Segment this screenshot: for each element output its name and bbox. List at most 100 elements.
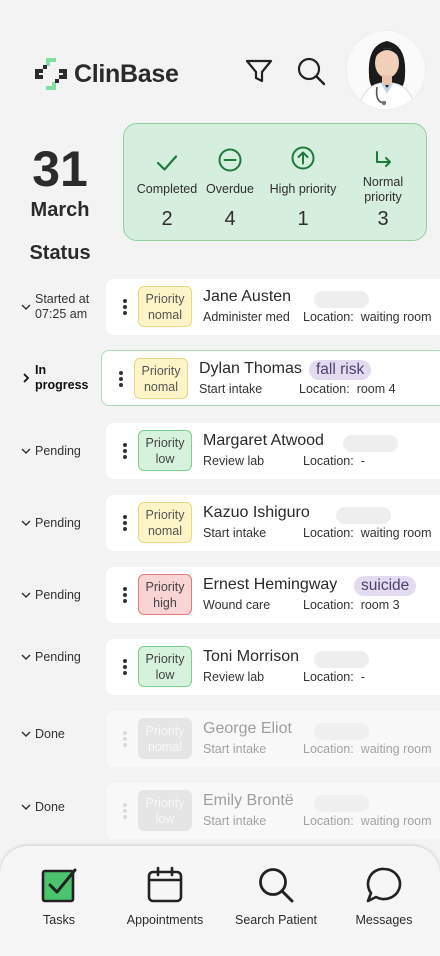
nav-tasks[interactable]: Tasks [4,846,114,946]
chevron-down-icon [21,520,31,527]
bottom-navigation: Tasks Appointments Search Patient Messag… [0,846,440,956]
row-status-text: Pending [35,515,81,530]
summary-normal-priority[interactable]: Normal priority 3 [352,124,414,242]
row-status-text: Done [35,726,65,741]
summary-completed[interactable]: Completed 2 [127,124,207,242]
task-type: Start intake [203,742,267,756]
location-prefix: Location: [303,598,354,612]
row-status-toggle[interactable]: Pending [20,639,81,675]
location-value: - [360,454,365,468]
priority-value: low [155,667,175,682]
summary-overdue[interactable]: Overdue 4 [202,124,258,242]
location-prefix: Location: [303,814,354,828]
nav-label: Search Patient [235,913,317,927]
more-options-icon[interactable] [123,659,127,675]
summary-label: High priority [269,182,337,196]
task-card[interactable]: Priority nomal Kazuo Ishiguro Start intak… [106,495,440,551]
more-options-icon[interactable] [119,371,123,387]
task-card[interactable]: Priority low Toni Morrison Review lab Loc… [106,639,440,695]
more-options-icon[interactable] [123,731,127,747]
summary-label: Overdue [206,182,254,196]
row-status-toggle[interactable]: Done [20,783,65,831]
row-status-text: In progress [35,363,89,392]
arrow-turn-down-right-icon [376,151,391,167]
nav-label: Messages [355,913,413,927]
nav-messages[interactable]: Messages [329,846,439,946]
app-name: ClinBase [74,59,179,88]
patient-location: Location: waiting room [303,310,432,324]
task-card[interactable]: Priority low Margaret Atwood Review lab L… [106,423,440,479]
row-status-text: Pending [35,587,81,602]
row-status-toggle[interactable]: In progress [20,350,95,406]
row-status-toggle[interactable]: Done [20,711,65,757]
location-prefix: Location: [299,382,350,396]
empty-tag [314,291,369,308]
priority-badge: Priority nomal [138,718,192,759]
more-options-icon[interactable] [123,587,127,603]
priority-badge: Priority nomal [134,358,188,399]
priority-label: Priority [141,363,181,378]
patient-name: Kazuo Ishiguro [203,504,310,521]
task-row-done: Done Priority nomal George Eliot Start in… [0,711,440,767]
task-type: Review lab [203,454,265,468]
priority-value: nomal [147,739,183,754]
row-status-toggle[interactable]: Started at 07:25 am [20,279,99,335]
priority-label: Priority [145,435,185,450]
location-prefix: Location: [303,310,354,324]
task-card[interactable]: Priority nomal Jane Austen Administer med… [106,279,440,335]
doctor-portrait-icon [347,31,425,109]
more-options-icon[interactable] [123,443,127,459]
chevron-down-icon [21,804,31,811]
user-avatar[interactable] [346,30,426,110]
summary-card: Completed 2 Overdue 4 High priority 1 No… [123,123,427,241]
task-card[interactable]: Priority high Ernest Hemingway suicide Wo… [106,567,440,623]
patient-name: Ernest Hemingway [203,576,338,593]
summary-count: 1 [297,208,309,230]
risk-tag: fall risk [309,360,372,380]
row-status-toggle[interactable]: Pending [20,423,81,479]
more-options-icon[interactable] [123,803,127,819]
calendar-icon [147,866,183,903]
chevron-down-icon [21,731,31,738]
patient-location: Location: - [303,670,365,684]
search-icon[interactable] [296,56,326,86]
task-card[interactable]: Priority low Emily Brontë Start intake Lo… [106,783,440,839]
patient-name: Toni Morrison [203,648,300,665]
task-card[interactable]: Priority nomal George Eliot Start intake … [106,711,440,767]
patient-name: Dylan Thomas [199,360,302,377]
task-type: Start intake [203,526,267,540]
filter-icon[interactable] [244,56,274,86]
row-status-toggle[interactable]: Pending [20,495,81,551]
arrow-up-circle-icon [291,146,315,170]
patient-name: Margaret Atwood [203,432,324,449]
patient-location: Location: waiting room [303,742,432,756]
task-card[interactable]: Priority nomal Dylan Thomas fall risk Sta… [101,350,440,406]
empty-tag [314,651,369,668]
task-type: Administer med [203,310,290,324]
risk-tag: suicide [354,576,417,596]
nav-appointments[interactable]: Appointments [110,846,220,946]
more-options-icon[interactable] [123,299,127,315]
location-value: waiting room [360,742,432,756]
clinbase-cross-logo-icon [35,58,67,90]
search-icon [259,868,294,903]
location-prefix: Location: [303,670,354,684]
priority-badge: Priority nomal [138,286,192,327]
nav-search-patient[interactable]: Search Patient [221,846,331,946]
priority-badge: Priority high [138,574,192,615]
chevron-down-icon [21,654,31,661]
chevron-down-icon [21,592,31,599]
summary-high-priority[interactable]: High priority 1 [262,124,344,242]
priority-value: nomal [147,307,183,322]
patient-location: Location: waiting room [303,526,432,540]
patient-name: Jane Austen [203,288,292,305]
app-logo[interactable]: ClinBase [32,55,179,93]
empty-tag [314,795,369,812]
empty-tag [314,723,369,740]
more-options-icon[interactable] [123,515,127,531]
row-status-toggle[interactable]: Pending [20,567,81,623]
minus-circle-icon [218,148,242,172]
task-row-active: In progress Priority nomal Dylan Thomas f… [0,350,440,406]
priority-label: Priority [145,291,185,306]
date-month: March [30,199,90,221]
